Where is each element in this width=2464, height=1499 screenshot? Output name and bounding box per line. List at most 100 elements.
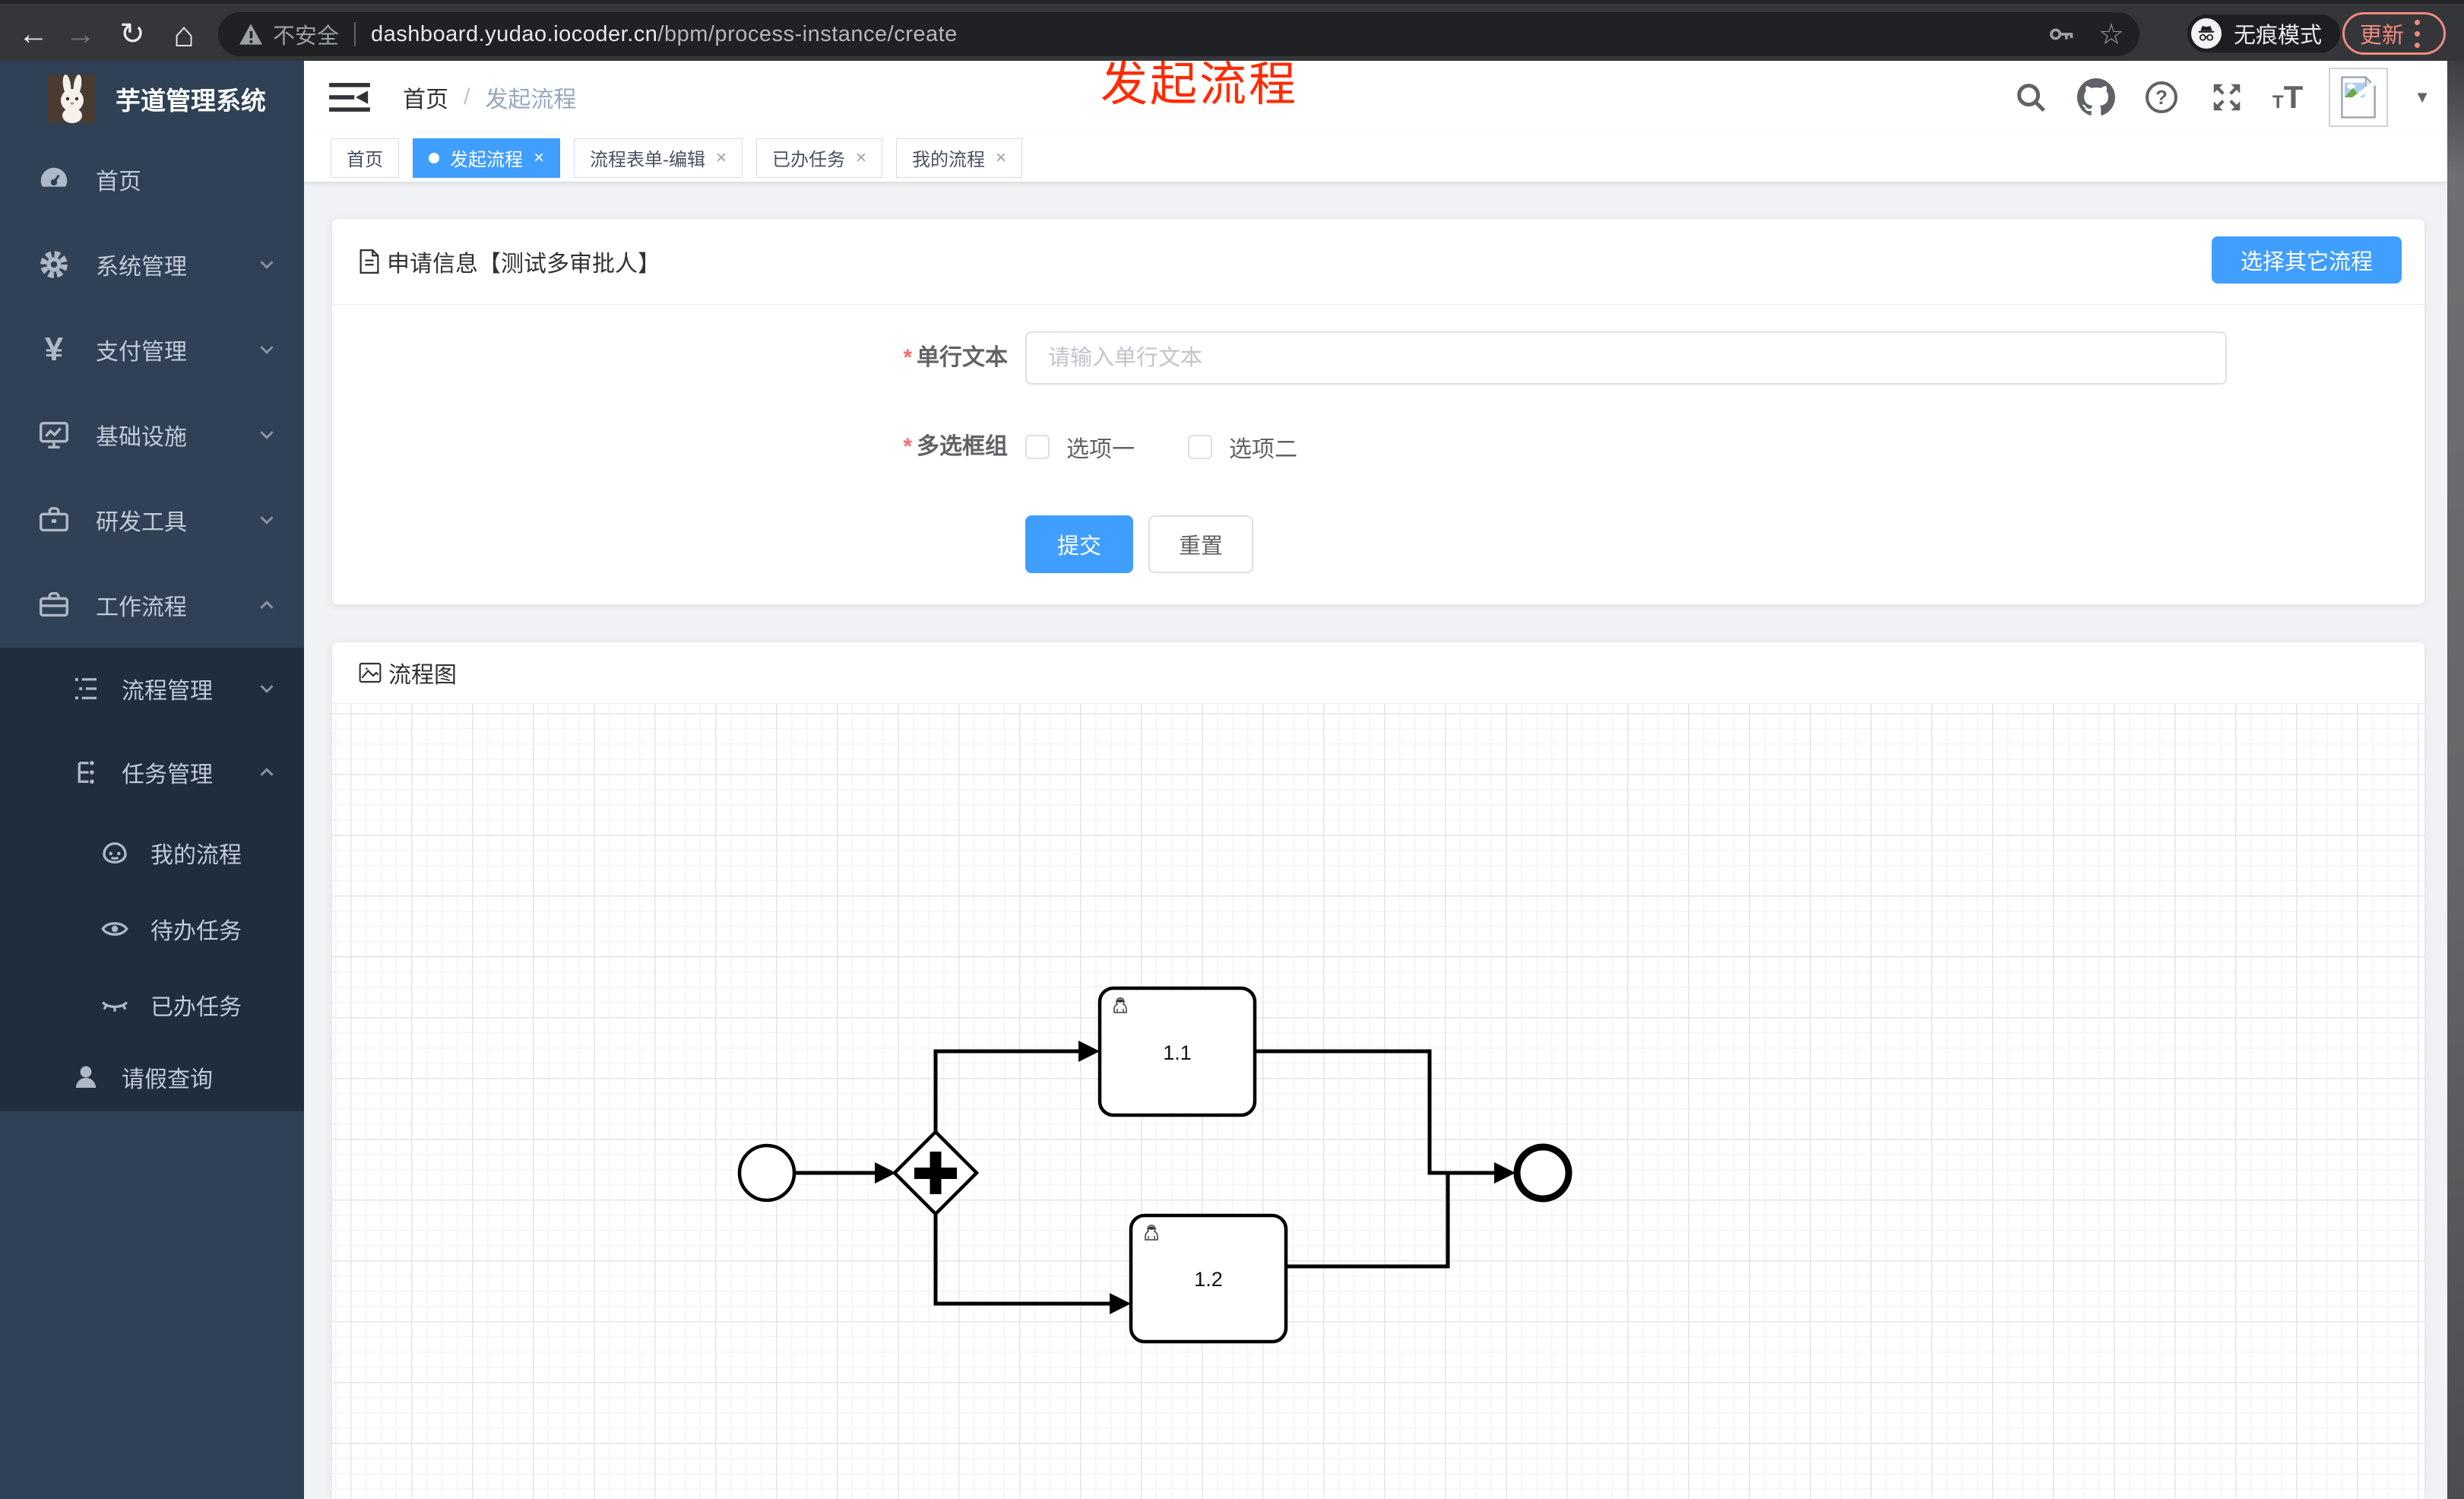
sidebar-item-leave-query[interactable]: 请假查询 bbox=[0, 1043, 304, 1111]
browser-forward-button[interactable]: → bbox=[56, 4, 105, 65]
sidebar-item-label: 请假查询 bbox=[122, 1067, 213, 1092]
back-icon: ← bbox=[18, 17, 49, 51]
broken-image-icon bbox=[2341, 75, 2377, 119]
reload-icon: ↻ bbox=[119, 17, 145, 51]
incognito-label: 无痕模式 bbox=[2234, 24, 2323, 48]
monitor-icon bbox=[40, 421, 68, 449]
chevron-up-icon bbox=[260, 768, 274, 776]
url-text: dashboard.yudao.iocoder.cn/bpm/process-i… bbox=[371, 22, 958, 47]
tab-home[interactable]: 首页 bbox=[331, 138, 399, 178]
main-area: 首页 / 发起流程 ? TT ▼ 首页 发起流程 × 流程表单-编辑 × 已办任… bbox=[304, 61, 2447, 1499]
sidebar-item-task-management[interactable]: 任务管理 bbox=[0, 730, 304, 815]
fullscreen-icon[interactable] bbox=[2207, 78, 2247, 117]
bpmn-start-event[interactable] bbox=[737, 1143, 797, 1203]
sidebar-item-my-process[interactable]: 我的流程 bbox=[0, 815, 304, 891]
checkbox-icon[interactable] bbox=[1025, 435, 1050, 459]
tab-label: 首页 bbox=[347, 150, 383, 170]
sidebar-item-devtools[interactable]: 研发工具 bbox=[0, 477, 304, 563]
bpmn-end-event[interactable] bbox=[1513, 1143, 1572, 1203]
checkbox-option-two[interactable]: 选项二 bbox=[1188, 430, 1297, 464]
github-icon[interactable] bbox=[2076, 78, 2116, 117]
face-icon bbox=[103, 842, 127, 864]
search-icon[interactable] bbox=[2011, 78, 2051, 117]
tab-label: 发起流程 bbox=[450, 150, 523, 170]
select-other-process-button[interactable]: 选择其它流程 bbox=[2212, 236, 2402, 284]
sidebar-collapse-icon[interactable] bbox=[328, 80, 371, 115]
submit-button[interactable]: 提交 bbox=[1025, 515, 1133, 573]
omnibox-separator bbox=[354, 22, 356, 46]
checkbox-label: 选项二 bbox=[1229, 437, 1297, 462]
sidebar-item-payment[interactable]: ¥ 支付管理 bbox=[0, 307, 304, 392]
sidebar-item-system[interactable]: 系统管理 bbox=[0, 222, 304, 307]
tab-my-process[interactable]: 我的流程 × bbox=[896, 138, 1023, 178]
sidebar-item-label: 研发工具 bbox=[96, 510, 187, 535]
checkbox-option-one[interactable]: 选项一 bbox=[1025, 430, 1135, 464]
sidebar-item-todo-tasks[interactable]: 待办任务 bbox=[0, 891, 304, 967]
sidebar-item-label: 任务管理 bbox=[122, 762, 213, 788]
page-content: 申请信息【测试多审批人】 选择其它流程 *单行文本 *多选框组 选项一 选项二 … bbox=[304, 182, 2447, 1499]
user-avatar[interactable] bbox=[2329, 68, 2389, 127]
tab-initiate-process[interactable]: 发起流程 × bbox=[413, 138, 561, 178]
tags-view: 首页 发起流程 × 流程表单-编辑 × 已办任务 × 我的流程 × bbox=[304, 134, 2447, 182]
window-scrollbar[interactable] bbox=[2447, 61, 2464, 1499]
bpmn-parallel-gateway[interactable] bbox=[892, 1129, 980, 1217]
dashboard-icon bbox=[40, 167, 68, 187]
sidebar-item-done-tasks[interactable]: 已办任务 bbox=[0, 967, 304, 1043]
chevron-down-icon bbox=[260, 685, 274, 693]
tab-label: 流程表单-编辑 bbox=[590, 150, 706, 170]
browser-home-button[interactable]: ⌂ bbox=[160, 4, 208, 65]
suitcase-icon bbox=[40, 591, 68, 617]
flow-tree-icon bbox=[78, 760, 94, 784]
browser-menu-kebab-icon[interactable] bbox=[2415, 19, 2421, 48]
checkbox-label: 选项一 bbox=[1066, 437, 1135, 462]
chevron-up-icon bbox=[260, 601, 274, 609]
sidebar-item-label: 基础设施 bbox=[96, 425, 187, 450]
sidebar-logo[interactable]: 芋道管理系统 bbox=[0, 61, 304, 137]
avatar-dropdown-caret-icon[interactable]: ▼ bbox=[2414, 87, 2431, 107]
url-domain: dashboard.yudao.iocoder.cn bbox=[371, 21, 658, 46]
sidebar-item-label: 支付管理 bbox=[96, 340, 187, 365]
chevron-down-icon bbox=[260, 346, 274, 354]
single-line-text-input[interactable] bbox=[1025, 331, 2227, 385]
tab-close-icon[interactable]: × bbox=[716, 147, 727, 169]
not-secure-label[interactable]: 不安全 bbox=[273, 18, 339, 50]
form-card-title: 申请信息【测试多审批人】 bbox=[387, 252, 660, 277]
tab-close-icon[interactable]: × bbox=[996, 147, 1006, 169]
sidebar-item-label: 已办任务 bbox=[150, 995, 242, 1020]
image-icon bbox=[359, 662, 382, 683]
tab-done-tasks[interactable]: 已办任务 × bbox=[756, 138, 883, 178]
browser-back-button[interactable]: ← bbox=[9, 4, 58, 65]
navbar: 首页 / 发起流程 ? TT ▼ bbox=[304, 61, 2447, 134]
bpmn-user-task-1-2[interactable]: 1.2 bbox=[1129, 1213, 1288, 1344]
sidebar-item-label: 首页 bbox=[96, 170, 141, 195]
bookmark-star-icon[interactable]: ☆ bbox=[2098, 17, 2124, 52]
breadcrumb: 首页 / 发起流程 bbox=[403, 81, 576, 114]
red-annotation-title: 发起流程 bbox=[1101, 59, 1299, 111]
breadcrumb-separator: / bbox=[464, 84, 470, 109]
tab-close-icon[interactable]: × bbox=[856, 147, 866, 169]
tab-close-icon[interactable]: × bbox=[534, 147, 544, 169]
sidebar-item-workflow[interactable]: 工作流程 bbox=[0, 563, 304, 648]
breadcrumb-home[interactable]: 首页 bbox=[403, 81, 448, 114]
browser-reload-button[interactable]: ↻ bbox=[108, 4, 157, 65]
active-dot-icon bbox=[429, 152, 439, 163]
yen-icon: ¥ bbox=[44, 331, 64, 368]
required-asterisk: * bbox=[903, 345, 912, 370]
user-icon bbox=[75, 1066, 97, 1088]
help-icon[interactable]: ? bbox=[2142, 78, 2181, 117]
sidebar-item-home[interactable]: 首页 bbox=[0, 137, 304, 222]
reset-button[interactable]: 重置 bbox=[1148, 515, 1253, 573]
sidebar-item-label: 流程管理 bbox=[122, 679, 213, 704]
update-label: 更新 bbox=[2360, 24, 2405, 48]
checkbox-icon[interactable] bbox=[1188, 435, 1212, 459]
tab-process-form-edit[interactable]: 流程表单-编辑 × bbox=[574, 138, 743, 178]
bpmn-canvas[interactable]: 1.1 1.2 bbox=[332, 704, 2424, 1499]
browser-update-button[interactable]: 更新 bbox=[2342, 12, 2446, 55]
sidebar-item-infrastructure[interactable]: 基础设施 bbox=[0, 392, 304, 477]
sidebar-item-process-management[interactable]: 流程管理 bbox=[0, 648, 304, 730]
bpmn-user-task-1-1[interactable]: 1.1 bbox=[1097, 986, 1257, 1117]
font-size-icon[interactable]: TT bbox=[2272, 79, 2303, 116]
sidebar-item-label: 待办任务 bbox=[150, 919, 242, 944]
url-path: /bpm/process-instance/create bbox=[657, 21, 958, 46]
password-key-icon[interactable] bbox=[2047, 19, 2077, 49]
